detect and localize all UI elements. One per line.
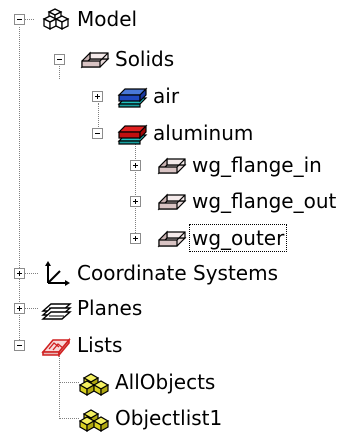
tree-node-label: aluminum <box>153 121 254 145</box>
lists-collapse-toggle[interactable] <box>14 340 25 351</box>
tree-node-planes[interactable]: Planes <box>40 293 144 323</box>
solids-collapse-toggle[interactable] <box>54 54 65 65</box>
tree-node-solids[interactable]: Solids <box>78 44 176 74</box>
solid-block-icon <box>80 51 110 69</box>
wg-flange-in-expand-toggle[interactable] <box>130 160 141 171</box>
solid-object-icon <box>157 193 187 211</box>
tree-node-label: Model <box>77 7 138 31</box>
tree-node-label: Objectlist1 <box>115 406 223 430</box>
tree-node-label: Solids <box>115 47 175 71</box>
lists-icon <box>41 337 71 358</box>
tree-node-wg-flange-out[interactable]: wg_flange_out <box>155 186 338 216</box>
tree-node-air[interactable]: air <box>116 81 181 111</box>
tree-node-label: wg_flange_in <box>192 153 322 177</box>
tree-node-lists[interactable]: Lists <box>40 330 124 360</box>
tree-node-allobjects[interactable]: AllObjects <box>78 367 217 397</box>
tree-node-label: Planes <box>77 296 143 320</box>
tree-node-label: Coordinate Systems <box>77 261 278 285</box>
tree-node-wg-flange-in[interactable]: wg_flange_in <box>155 150 324 180</box>
wg-outer-expand-toggle[interactable] <box>130 233 141 244</box>
tree-node-objectlist1[interactable]: Objectlist1 <box>78 403 224 433</box>
tree-node-coordinate-systems[interactable]: Coordinate Systems <box>40 258 280 288</box>
planes-icon <box>41 303 72 320</box>
coordinate-systems-expand-toggle[interactable] <box>14 268 25 279</box>
solid-object-icon <box>157 230 187 248</box>
wg-flange-out-expand-toggle[interactable] <box>130 196 141 207</box>
material-layers-icon <box>117 87 148 108</box>
tree-node-wg-outer[interactable]: wg_outer <box>155 223 288 253</box>
coordinate-axes-icon <box>45 261 70 286</box>
list-objects-icon <box>78 373 110 396</box>
tree-node-label: Lists <box>77 333 123 357</box>
tree-node-label: air <box>153 84 180 108</box>
tree-node-label: wg_flange_out <box>192 189 337 213</box>
aluminum-collapse-toggle[interactable] <box>92 128 103 139</box>
tree-node-model[interactable]: Model <box>40 4 139 34</box>
list-objects-icon <box>78 409 110 432</box>
model-cubes-icon <box>42 8 70 31</box>
solid-object-icon <box>157 157 187 175</box>
tree-node-label: wg_outer <box>188 224 288 252</box>
planes-expand-toggle[interactable] <box>14 303 25 314</box>
tree-node-label: AllObjects <box>115 370 216 394</box>
material-layers-icon <box>117 124 148 145</box>
air-expand-toggle[interactable] <box>92 91 103 102</box>
tree-node-aluminum[interactable]: aluminum <box>116 118 255 148</box>
model-collapse-toggle[interactable] <box>14 14 25 25</box>
